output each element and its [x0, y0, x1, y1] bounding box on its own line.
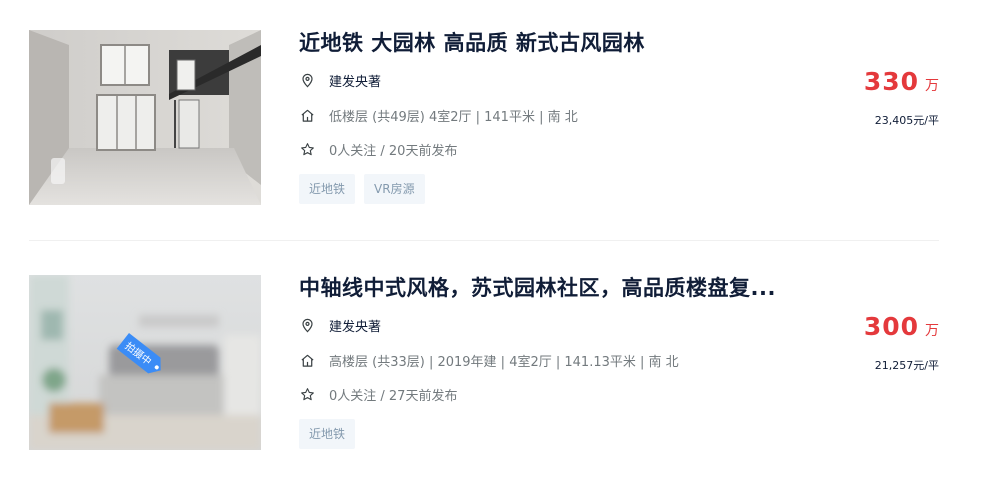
- house-icon: [299, 107, 315, 123]
- listing-photo[interactable]: [29, 30, 261, 205]
- total-price-value: 330: [863, 67, 919, 96]
- tag-near-subway: 近地铁: [299, 174, 356, 204]
- star-icon[interactable]: [299, 386, 315, 402]
- total-price-unit: 万: [925, 323, 939, 339]
- location-pin-icon: [299, 72, 315, 88]
- listing-photo[interactable]: 拍摄中: [29, 275, 261, 450]
- house-info-row: 高楼层 (共33层) | 2019年建 | 4室2厅 | 141.13平米 | …: [299, 351, 679, 370]
- location-row: 建发央著: [299, 316, 381, 335]
- follow-row: 0人关注 / 20天前发布: [299, 140, 458, 159]
- location-pin-icon: [299, 317, 315, 333]
- total-price: 300 万: [864, 312, 939, 341]
- follow-info-text: 0人关注 / 27天前发布: [329, 388, 458, 404]
- listing-card[interactable]: 拍摄中 中轴线中式风格，苏式园林社区，高品质楼盘复... 建发央著 高楼层 (共…: [29, 275, 939, 451]
- house-info-text: 高楼层 (共33层) | 2019年建 | 4室2厅 | 141.13平米 | …: [329, 354, 679, 370]
- total-price-unit: 万: [925, 78, 939, 94]
- listing-divider: [29, 240, 939, 241]
- tag-near-subway: 近地铁: [299, 419, 356, 449]
- total-price-value: 300: [863, 312, 919, 341]
- unit-price: 21,257元/平: [874, 359, 939, 372]
- community-name[interactable]: 建发央著: [329, 71, 381, 90]
- listing-title[interactable]: 中轴线中式风格，苏式园林社区，高品质楼盘复...: [299, 275, 776, 301]
- tag-list: 近地铁: [299, 419, 356, 449]
- house-info-row: 低楼层 (共49层) 4室2厅 | 141平米 | 南 北: [299, 106, 578, 125]
- community-name[interactable]: 建发央著: [329, 316, 381, 335]
- listing-title[interactable]: 近地铁 大园林 高品质 新式古风园林: [299, 30, 645, 56]
- listing-card[interactable]: 近地铁 大园林 高品质 新式古风园林 建发央著 低楼层 (共49层) 4室2厅 …: [29, 30, 939, 206]
- house-info-text: 低楼层 (共49层) 4室2厅 | 141平米 | 南 北: [329, 109, 578, 125]
- follow-row: 0人关注 / 27天前发布: [299, 385, 458, 404]
- location-row: 建发央著: [299, 71, 381, 90]
- blurred-bedroom-image: 拍摄中: [29, 275, 261, 450]
- house-icon: [299, 352, 315, 368]
- unit-price: 23,405元/平: [874, 114, 939, 127]
- total-price: 330 万: [864, 67, 939, 96]
- tag-vr: VR房源: [364, 174, 425, 204]
- follow-info-text: 0人关注 / 20天前发布: [329, 143, 458, 159]
- tag-list: 近地铁 VR房源: [299, 174, 425, 204]
- star-icon[interactable]: [299, 141, 315, 157]
- loft-interior-image: [29, 30, 261, 205]
